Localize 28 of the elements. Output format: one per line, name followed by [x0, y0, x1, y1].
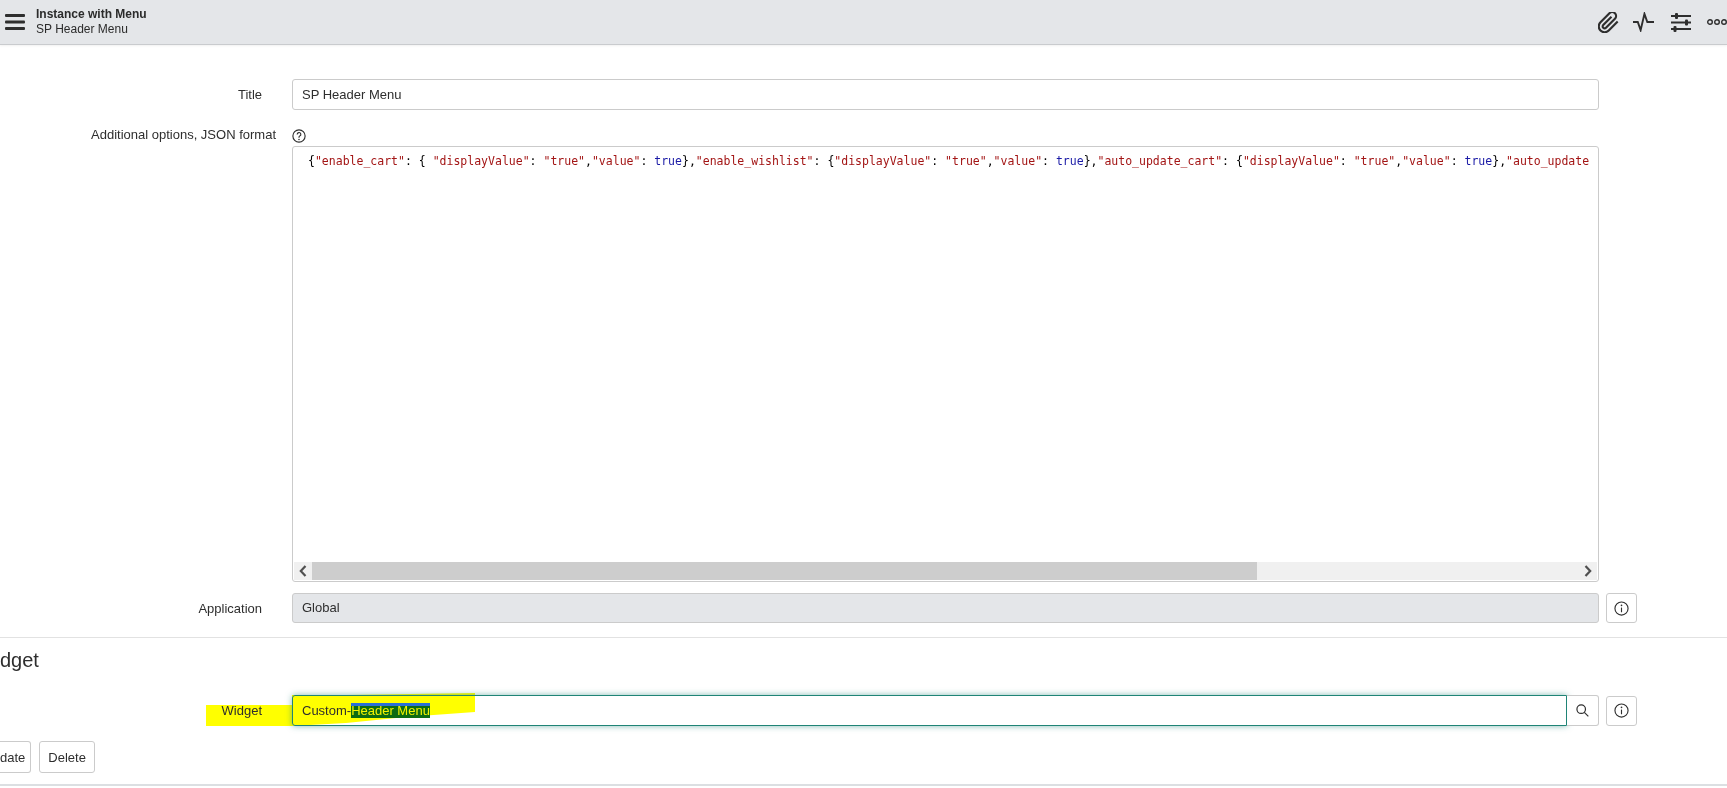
form-button[interactable]: Delete [39, 741, 95, 773]
paperclip-icon[interactable] [1598, 11, 1619, 33]
menu-icon[interactable] [5, 14, 25, 30]
more-icon[interactable] [1707, 19, 1727, 25]
info-button[interactable] [1606, 695, 1637, 726]
form-button[interactable]: date [0, 741, 32, 773]
code-text: {"enable_cart": { "displayValue": "true","value": true},"enable_wishlist": {"displayValue": "true","value": true},"auto_update_cart": {"displayValue": "true","value": true},"auto_update [307, 153, 1590, 169]
scrollbar-track[interactable] [294, 562, 1597, 580]
field-label: Additional options, JSON format [91, 126, 277, 144]
help-icon[interactable] [292, 129, 306, 143]
section-heading: dget [0, 648, 39, 672]
field-label: Widget [221, 703, 263, 718]
field-label: Title [237, 87, 263, 102]
record-title: Instance with Menu [36, 7, 147, 22]
reference-field[interactable]: Custom-Header Menu [292, 695, 1567, 726]
field-label: Application [198, 600, 263, 616]
info-icon [1614, 703, 1629, 718]
readonly-field: Global [292, 593, 1599, 623]
info-icon [1614, 600, 1629, 616]
scrollbar-thumb[interactable] [312, 562, 1257, 580]
info-button[interactable] [1606, 593, 1637, 623]
search-button[interactable] [1567, 695, 1599, 726]
search-icon [1576, 704, 1589, 717]
record-subtitle: SP Header Menu [36, 22, 129, 37]
text-field[interactable]: SP Header Menu [292, 79, 1599, 110]
sliders-icon[interactable] [1671, 12, 1691, 32]
pulse-icon[interactable] [1633, 12, 1654, 32]
code-field[interactable]: {"enable_cart": { "displayValue": "true","value": true},"enable_wishlist": {"displayValue": "true","value": true},"auto_update_cart": {"displayValue": "true","value": true},"auto_update [292, 146, 1599, 582]
